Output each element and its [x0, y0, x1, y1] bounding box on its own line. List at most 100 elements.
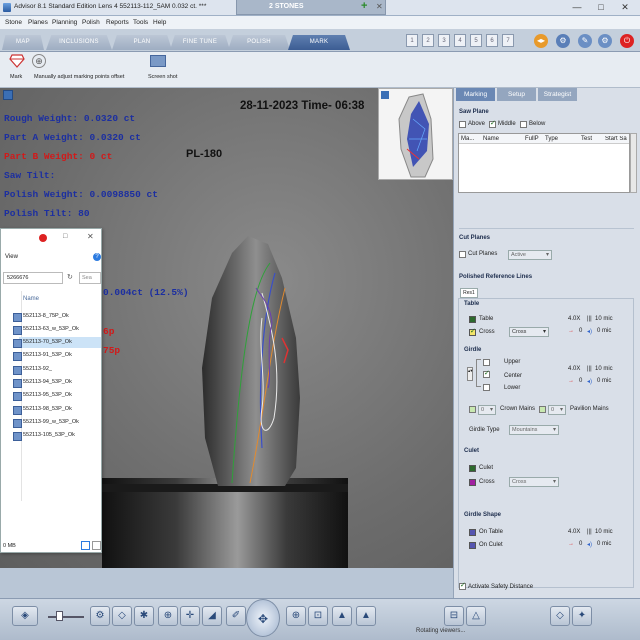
vertical-scrollbar[interactable]: [630, 133, 637, 193]
tab-marking[interactable]: Marking: [456, 88, 496, 101]
menu-help[interactable]: Help: [153, 19, 166, 26]
file-item[interactable]: 552113-91_53P_Ok: [13, 352, 72, 361]
view-menu[interactable]: View: [5, 254, 18, 260]
help-icon[interactable]: ?: [93, 253, 101, 261]
saw-plane-table[interactable]: Ma... Name FullP Type Test Start Sa: [458, 133, 630, 193]
details-view-icon[interactable]: [81, 541, 90, 550]
view-mode-icon[interactable]: ◈: [12, 606, 38, 626]
col-type[interactable]: Type: [545, 136, 558, 142]
tiles-view-icon[interactable]: [92, 541, 101, 550]
minimize-button[interactable]: —: [568, 1, 586, 14]
split-view-icon[interactable]: ⊟: [444, 606, 464, 626]
slider-thumb[interactable]: [56, 611, 63, 621]
cut-planes-checkbox[interactable]: [459, 251, 466, 258]
tab-setup[interactable]: Setup: [497, 88, 537, 101]
navigate-arrows-icon[interactable]: ◂▸: [534, 34, 548, 48]
file-item[interactable]: 552113-98_53P_Ok: [13, 406, 72, 415]
refresh-icon[interactable]: ↻: [67, 273, 73, 281]
tab-strategist[interactable]: Strategist: [538, 88, 578, 101]
gear-icon[interactable]: ⚙: [598, 34, 612, 48]
close-icon[interactable]: ✕: [87, 232, 94, 241]
crown-mains-count[interactable]: 0: [478, 405, 496, 415]
adjust-offset-label[interactable]: Manually adjust marking points offset: [34, 74, 124, 80]
adjust-offset-icon[interactable]: ⊕: [32, 54, 46, 68]
menu-planning[interactable]: Planning: [52, 19, 77, 26]
above-checkbox[interactable]: [459, 121, 466, 128]
screenshot-label[interactable]: Screen shot: [148, 74, 177, 80]
file-item-selected[interactable]: 552113-70_53P_Ok: [13, 339, 72, 348]
add-stone-icon[interactable]: +: [361, 1, 371, 12]
girdle-spinner[interactable]: ▴▾: [467, 367, 473, 381]
file-item[interactable]: 552113-105_53P_Ok: [13, 432, 75, 441]
stone-tab[interactable]: 2 STONES + ✕: [236, 0, 386, 15]
stone-slot-5[interactable]: 5: [470, 34, 482, 47]
stone-slot-1[interactable]: 1: [406, 34, 418, 47]
stone-top-icon[interactable]: ◇: [550, 606, 570, 626]
on-table-swatch[interactable]: [469, 529, 476, 536]
center-checkbox[interactable]: [483, 369, 490, 378]
maximize-icon[interactable]: □: [63, 233, 67, 240]
crosshair-icon[interactable]: ✛: [180, 606, 200, 626]
zoom-slider[interactable]: [48, 607, 84, 625]
navigation-wheel-icon[interactable]: ✥: [246, 599, 280, 637]
3d-thumbnail[interactable]: [378, 88, 453, 180]
file-item[interactable]: 552113-94_53P_Ok: [13, 379, 72, 388]
culet-cross-swatch[interactable]: [469, 479, 476, 486]
res1-tab[interactable]: Res1: [460, 288, 478, 298]
file-item[interactable]: 552113-63_w_53P_Ok: [13, 326, 79, 335]
safety-distance-checkbox[interactable]: [459, 581, 466, 590]
close-stone-icon[interactable]: ✕: [376, 2, 383, 11]
wrench-icon[interactable]: ✎: [578, 34, 592, 48]
stone-slot-4[interactable]: 4: [454, 34, 466, 47]
active-select[interactable]: Active: [508, 250, 552, 260]
col-name[interactable]: Name: [483, 136, 499, 142]
tab-fine-tune[interactable]: FINE TUNE: [170, 35, 230, 50]
viewer-expand-icon[interactable]: [3, 90, 13, 100]
upper-checkbox[interactable]: [483, 359, 490, 366]
file-item[interactable]: 552113-95_53P_Ok: [13, 392, 72, 401]
culet-cross-select[interactable]: Cross: [509, 477, 559, 487]
file-item[interactable]: 552113-92_: [13, 366, 52, 375]
on-culet-swatch[interactable]: [469, 542, 476, 549]
pavilion-mains-count[interactable]: 0: [548, 405, 566, 415]
thumbnail-expand-icon[interactable]: [381, 91, 389, 99]
middle-checkbox[interactable]: [489, 119, 496, 128]
facet-view-icon[interactable]: ✱: [134, 606, 154, 626]
tab-polish[interactable]: POLISH: [228, 35, 290, 50]
rotate-icon[interactable]: ⚙: [90, 606, 110, 626]
diamond-view-icon[interactable]: ◇: [112, 606, 132, 626]
settings-icon[interactable]: ⚙: [556, 34, 570, 48]
col-start-saw[interactable]: Start Sa: [605, 136, 629, 142]
column-name[interactable]: Name: [23, 296, 39, 302]
cross-select[interactable]: Cross: [509, 327, 549, 337]
close-button[interactable]: ✕: [616, 1, 634, 14]
power-icon[interactable]: ⏻: [620, 34, 634, 48]
culet-color-swatch[interactable]: [469, 465, 476, 472]
stone-side-icon[interactable]: ✦: [572, 606, 592, 626]
pen-icon[interactable]: ✐: [226, 606, 246, 626]
side-view-icon[interactable]: ▲: [356, 606, 376, 626]
file-item[interactable]: 552113-99_w_53P_Ok: [13, 419, 79, 428]
mark-button[interactable]: [6, 54, 28, 76]
stone-slot-3[interactable]: 3: [438, 34, 450, 47]
level-icon[interactable]: △: [466, 606, 486, 626]
pavilion-mains-checkbox[interactable]: [539, 406, 546, 413]
lower-checkbox[interactable]: [483, 384, 490, 391]
target-icon[interactable]: ⊕: [158, 606, 178, 626]
col-fullp[interactable]: FullP: [525, 136, 539, 142]
menu-tools[interactable]: Tools: [133, 19, 148, 26]
top-view-icon[interactable]: ▲: [332, 606, 352, 626]
menu-planes[interactable]: Planes: [28, 19, 48, 26]
search-input[interactable]: Sea: [79, 272, 101, 284]
stone-slot-7[interactable]: 7: [502, 34, 514, 47]
tab-inclusions[interactable]: INCLUSIONS: [46, 35, 112, 50]
zoom-fit-icon[interactable]: ⊡: [308, 606, 328, 626]
menu-stone[interactable]: Stone: [5, 19, 22, 26]
stone-slot-2[interactable]: 2: [422, 34, 434, 47]
screenshot-icon[interactable]: [150, 55, 166, 67]
tab-mark[interactable]: MARK: [288, 35, 350, 50]
file-explorer-window[interactable]: □ ✕ View ? 5266676 ↻ Sea Name 552113-8_7…: [0, 228, 102, 553]
maximize-button[interactable]: □: [592, 1, 610, 14]
stone-slot-6[interactable]: 6: [486, 34, 498, 47]
address-bar[interactable]: 5266676: [3, 272, 63, 284]
